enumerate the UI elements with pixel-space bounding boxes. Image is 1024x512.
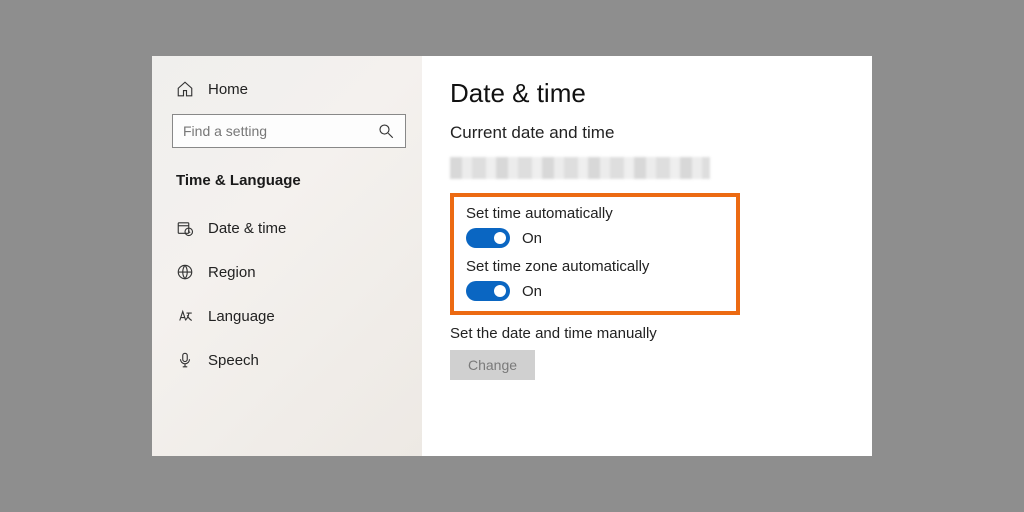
set-manual-label: Set the date and time manually [450,325,844,342]
calendar-clock-icon [176,219,194,237]
content-pane: Date & time Current date and time Set ti… [422,56,872,456]
sidebar-item-speech[interactable]: Speech [172,341,406,379]
sidebar-item-label: Region [208,264,256,281]
set-zone-auto-label: Set time zone automatically [466,258,724,275]
sidebar-item-language[interactable]: Language [172,297,406,335]
sidebar-item-date-time[interactable]: Date & time [172,209,406,247]
current-datetime-value [450,157,710,179]
sidebar-item-label: Speech [208,352,259,369]
search-box[interactable] [172,114,406,148]
search-icon [377,122,395,140]
set-time-auto-state: On [522,230,542,247]
set-time-auto-row: On [466,228,724,248]
set-zone-auto-state: On [522,283,542,300]
sidebar: Home Time & Language Date & time Region [152,56,422,456]
search-input[interactable] [183,123,377,139]
section-current-datetime: Current date and time [450,123,844,143]
microphone-icon [176,351,194,369]
globe-icon [176,263,194,281]
highlight-annotation: Set time automatically On Set time zone … [450,193,740,315]
sidebar-item-label: Language [208,308,275,325]
page-title: Date & time [450,78,844,109]
sidebar-item-region[interactable]: Region [172,253,406,291]
set-time-auto-label: Set time automatically [466,205,724,222]
set-zone-auto-toggle[interactable] [466,281,510,301]
sidebar-item-label: Date & time [208,220,286,237]
set-time-auto-toggle[interactable] [466,228,510,248]
home-icon [176,80,194,98]
home-label: Home [208,81,248,98]
home-nav[interactable]: Home [172,74,406,108]
category-header: Time & Language [172,166,406,203]
set-zone-auto-row: On [466,281,724,301]
language-icon [176,307,194,325]
settings-window: Home Time & Language Date & time Region [152,56,872,456]
change-button[interactable]: Change [450,350,535,380]
